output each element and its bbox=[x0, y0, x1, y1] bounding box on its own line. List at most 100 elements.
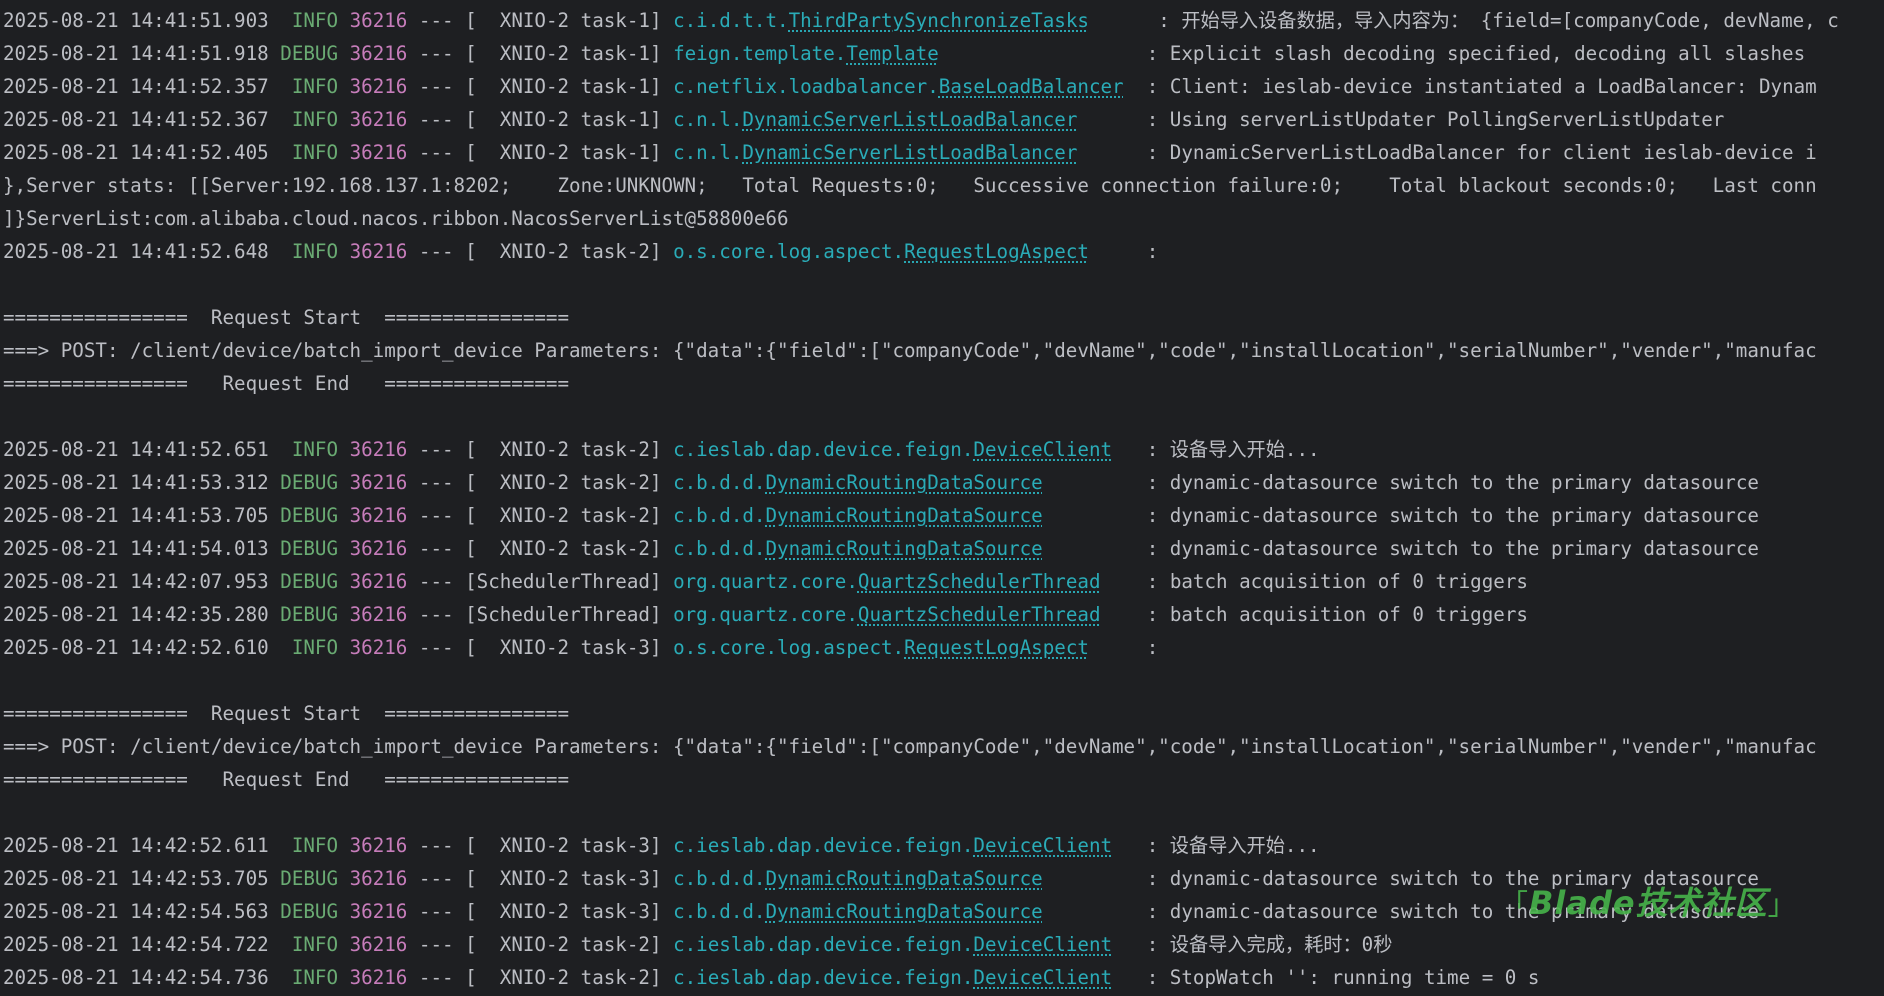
log-separator: --- bbox=[407, 438, 466, 461]
log-padding bbox=[1043, 900, 1147, 923]
log-pid: 36216 bbox=[349, 240, 408, 263]
logger-package: c.ieslab.dap.device.feign. bbox=[673, 933, 974, 956]
logger-class-link[interactable]: DeviceClient bbox=[973, 834, 1112, 857]
log-timestamp: 2025-08-21 14:42:52.611 bbox=[3, 834, 269, 857]
log-separator: --- bbox=[407, 933, 466, 956]
logger-class-link[interactable]: QuartzSchedulerThread bbox=[858, 570, 1101, 593]
logger-class-link[interactable]: DeviceClient bbox=[973, 933, 1112, 956]
logger-class-link[interactable]: ThirdPartySynchronizeTasks bbox=[789, 9, 1089, 32]
log-level: INFO bbox=[280, 108, 339, 131]
console-text-line bbox=[3, 796, 1884, 829]
logger-class-link[interactable]: DeviceClient bbox=[973, 966, 1112, 989]
logger-package: c.ieslab.dap.device.feign. bbox=[673, 966, 974, 989]
log-pid: 36216 bbox=[349, 834, 408, 857]
log-thread: [ XNIO-2 task-1] bbox=[465, 75, 674, 98]
logger-class-link[interactable]: DynamicRoutingDataSource bbox=[765, 504, 1042, 527]
logger-class-link[interactable]: DynamicServerListLoadBalancer bbox=[742, 141, 1077, 164]
log-thread: [SchedulerThread] bbox=[465, 603, 674, 626]
logger-class-link[interactable]: DynamicServerListLoadBalancer bbox=[742, 108, 1077, 131]
log-thread: [ XNIO-2 task-2] bbox=[465, 537, 674, 560]
console-output: 2025-08-21 14:41:51.903 INFO 36216 --- [… bbox=[3, 4, 1884, 994]
log-message: : DynamicServerListLoadBalancer for clie… bbox=[1146, 141, 1817, 164]
log-message: : batch acquisition of 0 triggers bbox=[1146, 570, 1528, 593]
logger-class-link[interactable]: DeviceClient bbox=[973, 438, 1112, 461]
log-separator: --- bbox=[407, 900, 466, 923]
log-line: 2025-08-21 14:41:52.367 INFO 36216 --- [… bbox=[3, 103, 1884, 136]
log-thread: [ XNIO-2 task-3] bbox=[465, 834, 674, 857]
log-padding bbox=[1077, 108, 1146, 131]
log-separator: --- bbox=[407, 9, 466, 32]
log-message: : bbox=[1146, 240, 1159, 263]
log-logger: c.i.d.t.t.ThirdPartySynchronizeTasks bbox=[673, 9, 1089, 32]
log-level: INFO bbox=[280, 240, 339, 263]
logger-class-link[interactable]: DynamicRoutingDataSource bbox=[765, 471, 1042, 494]
logger-class-link[interactable]: BaseLoadBalancer bbox=[939, 75, 1124, 98]
logger-class-link[interactable]: DynamicRoutingDataSource bbox=[765, 900, 1042, 923]
logger-package: c.b.d.d. bbox=[673, 537, 766, 560]
log-thread: [ XNIO-2 task-2] bbox=[465, 966, 674, 989]
log-line: 2025-08-21 14:41:51.918 DEBUG 36216 --- … bbox=[3, 37, 1884, 70]
log-level: DEBUG bbox=[280, 537, 339, 560]
logger-package: c.n.l. bbox=[673, 108, 743, 131]
log-timestamp: 2025-08-21 14:41:51.903 bbox=[3, 9, 269, 32]
log-padding bbox=[1112, 834, 1147, 857]
console-text-line: ===> POST: /client/device/batch_import_d… bbox=[3, 339, 1817, 362]
log-thread: [ XNIO-2 task-3] bbox=[465, 900, 674, 923]
logger-class-link[interactable]: QuartzSchedulerThread bbox=[858, 603, 1101, 626]
console-text-line bbox=[3, 400, 1884, 433]
log-thread: [ XNIO-2 task-1] bbox=[465, 42, 674, 65]
log-level: INFO bbox=[280, 9, 339, 32]
log-timestamp: 2025-08-21 14:42:54.736 bbox=[3, 966, 269, 989]
logger-package: c.ieslab.dap.device.feign. bbox=[673, 834, 974, 857]
log-logger: c.ieslab.dap.device.feign.DeviceClient bbox=[673, 834, 1112, 857]
logger-package: o.s.core.log.aspect. bbox=[673, 636, 905, 659]
log-timestamp: 2025-08-21 14:42:07.953 bbox=[3, 570, 269, 593]
logger-class-link[interactable]: RequestLogAspect bbox=[904, 240, 1089, 263]
log-logger: o.s.core.log.aspect.RequestLogAspect bbox=[673, 240, 1089, 263]
log-thread: [ XNIO-2 task-2] bbox=[465, 438, 674, 461]
log-pid: 36216 bbox=[349, 9, 408, 32]
logger-class-link[interactable]: Template bbox=[846, 42, 938, 65]
log-message: : StopWatch '': running time = 0 s bbox=[1146, 966, 1540, 989]
log-logger: o.s.core.log.aspect.RequestLogAspect bbox=[673, 636, 1089, 659]
log-thread: [ XNIO-2 task-2] bbox=[465, 240, 674, 263]
log-thread: [ XNIO-2 task-3] bbox=[465, 867, 674, 890]
log-message: : Explicit slash decoding specified, dec… bbox=[1146, 42, 1806, 65]
log-pid: 36216 bbox=[349, 900, 408, 923]
log-thread: [ XNIO-2 task-2] bbox=[465, 471, 674, 494]
log-level: INFO bbox=[280, 834, 339, 857]
log-padding bbox=[1089, 9, 1158, 32]
log-separator: --- bbox=[407, 966, 466, 989]
log-timestamp: 2025-08-21 14:41:52.405 bbox=[3, 141, 269, 164]
log-separator: --- bbox=[407, 141, 466, 164]
logger-package: c.b.d.d. bbox=[673, 900, 766, 923]
log-pid: 36216 bbox=[349, 603, 408, 626]
log-level: DEBUG bbox=[280, 603, 339, 626]
log-line: 2025-08-21 14:41:53.312 DEBUG 36216 --- … bbox=[3, 466, 1884, 499]
log-level: DEBUG bbox=[280, 570, 339, 593]
log-logger: c.n.l.DynamicServerListLoadBalancer bbox=[673, 141, 1077, 164]
log-thread: [ XNIO-2 task-2] bbox=[465, 933, 674, 956]
logger-class-link[interactable]: RequestLogAspect bbox=[904, 636, 1089, 659]
log-separator: --- bbox=[407, 834, 466, 857]
log-message: : dynamic-datasource switch to the prima… bbox=[1146, 471, 1759, 494]
log-line: 2025-08-21 14:41:52.648 INFO 36216 --- [… bbox=[3, 235, 1884, 268]
log-message: : batch acquisition of 0 triggers bbox=[1146, 603, 1528, 626]
log-separator: --- bbox=[407, 867, 466, 890]
console-text-line: },Server stats: [[Server:192.168.137.1:8… bbox=[3, 174, 1817, 197]
log-timestamp: 2025-08-21 14:42:54.722 bbox=[3, 933, 269, 956]
logger-class-link[interactable]: DynamicRoutingDataSource bbox=[765, 867, 1042, 890]
console-text-line: ================ Request Start =========… bbox=[3, 702, 570, 725]
log-message: : Client: ieslab-device instantiated a L… bbox=[1146, 75, 1817, 98]
log-logger: org.quartz.core.QuartzSchedulerThread bbox=[673, 570, 1100, 593]
log-padding bbox=[1112, 966, 1147, 989]
console-text-line bbox=[3, 268, 1884, 301]
log-level: INFO bbox=[280, 75, 339, 98]
log-logger: feign.template.Template bbox=[673, 42, 939, 65]
logger-package: feign.template. bbox=[673, 42, 847, 65]
log-logger: c.b.d.d.DynamicRoutingDataSource bbox=[673, 867, 1043, 890]
log-line: 2025-08-21 14:41:51.903 INFO 36216 --- [… bbox=[3, 4, 1884, 37]
log-separator: --- bbox=[407, 471, 466, 494]
logger-class-link[interactable]: DynamicRoutingDataSource bbox=[765, 537, 1042, 560]
log-message: : 设备导入完成，耗时：0秒 bbox=[1146, 933, 1393, 956]
